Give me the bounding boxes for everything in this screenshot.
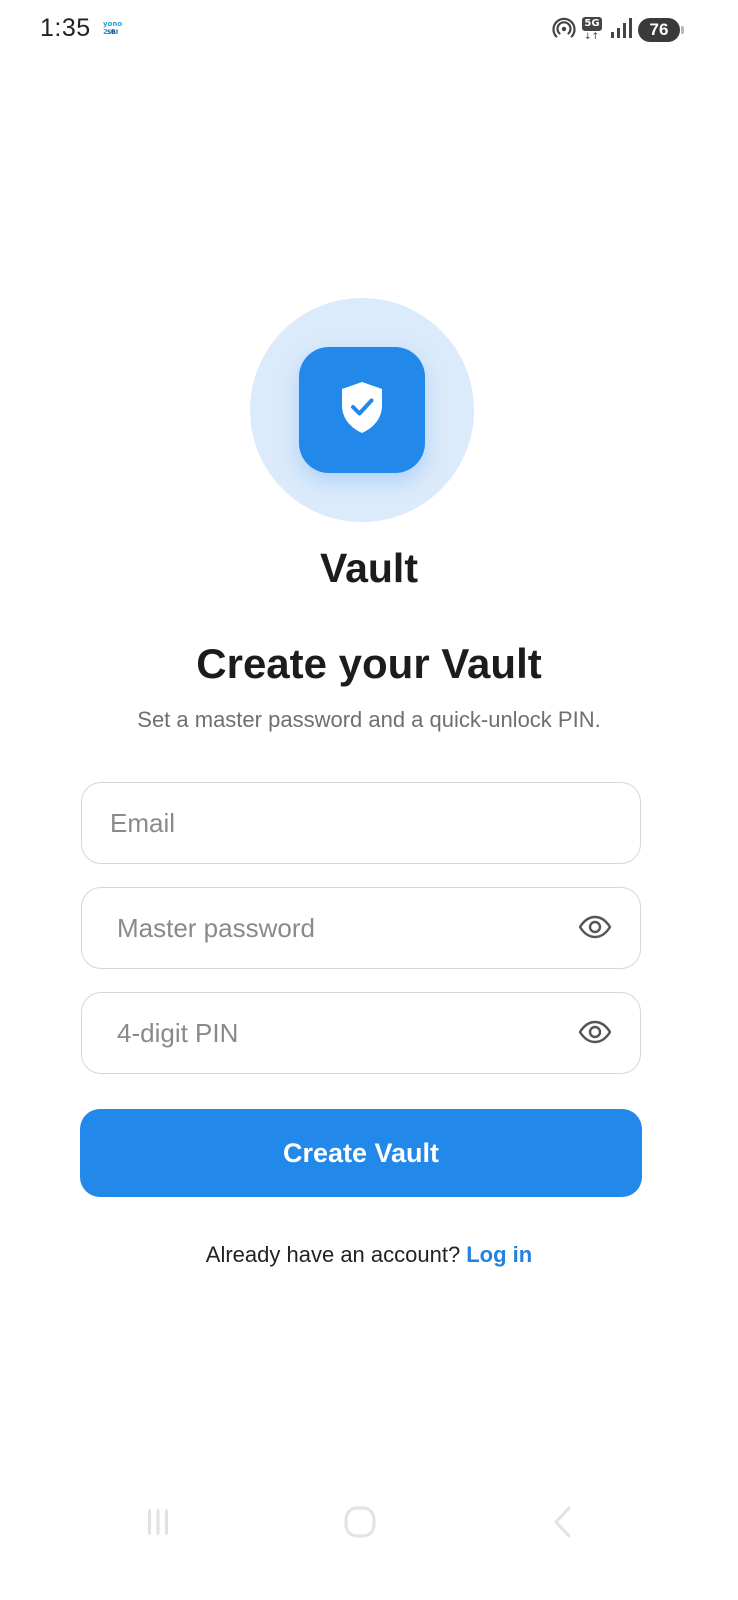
- page-title: Create your Vault: [196, 640, 542, 687]
- app-name: Vault: [320, 545, 418, 591]
- email-field[interactable]: [110, 783, 570, 863]
- network-5g-icon: 5G ↓↑: [582, 17, 604, 43]
- back-icon: [549, 1505, 577, 1544]
- recent-apps-icon: [142, 1507, 174, 1542]
- shield-check-icon: [334, 378, 390, 443]
- toggle-password-visibility-button[interactable]: [578, 912, 612, 946]
- eye-icon: [578, 915, 612, 944]
- status-time: 1:35: [40, 14, 91, 42]
- master-password-field-container: [81, 887, 641, 969]
- network-type-label: 5G: [582, 17, 602, 31]
- login-prompt-text: Already have an account?: [205, 1242, 461, 1267]
- eye-icon: [578, 1020, 612, 1049]
- pin-field[interactable]: [117, 993, 577, 1073]
- battery-icon: 76: [638, 18, 684, 42]
- hotspot-icon: [552, 16, 576, 45]
- battery-level: 76: [649, 20, 669, 39]
- notification-app-icon: yono 2.0 SBI: [103, 20, 131, 38]
- network-arrows: ↓↑: [584, 32, 600, 42]
- status-icons: 5G ↓↑ 76: [552, 16, 684, 45]
- create-vault-button[interactable]: Create Vault: [80, 1109, 642, 1197]
- login-link[interactable]: Log in: [466, 1242, 532, 1267]
- home-button[interactable]: [340, 1506, 380, 1542]
- recent-apps-button[interactable]: [138, 1506, 178, 1542]
- login-prompt-row: Already have an account? Log in: [0, 1242, 738, 1268]
- toggle-pin-visibility-button[interactable]: [578, 1017, 612, 1051]
- pin-field-container: [81, 992, 641, 1074]
- home-icon: [343, 1505, 377, 1544]
- system-nav-bar: [0, 1490, 738, 1560]
- status-bar: 1:35 yono 2.0 SBI 5G ↓↑ 76: [0, 0, 738, 62]
- email-field-container: [81, 782, 641, 864]
- signal-bars-icon: [610, 17, 632, 44]
- app-logo: [299, 347, 425, 473]
- master-password-field[interactable]: [117, 888, 577, 968]
- notification-app-line2: SBI: [107, 29, 119, 36]
- back-button[interactable]: [543, 1506, 583, 1542]
- page-subtitle: Set a master password and a quick-unlock…: [137, 707, 601, 732]
